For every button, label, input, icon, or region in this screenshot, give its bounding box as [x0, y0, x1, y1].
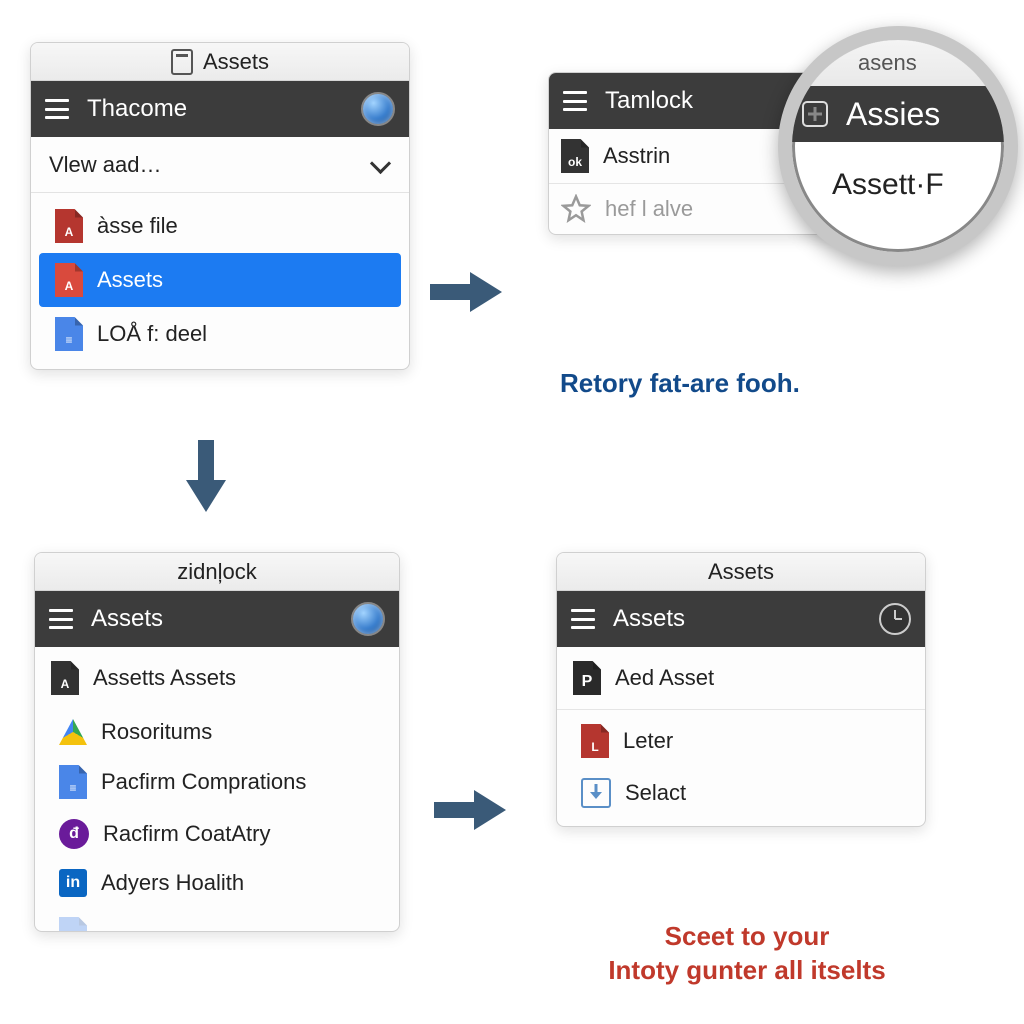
- section-label: Assetts Assets: [93, 665, 236, 691]
- linkedin-icon: in: [59, 869, 87, 897]
- star-icon: [561, 194, 591, 224]
- panel4-section: P Aed Asset: [557, 647, 925, 709]
- circle-icon: đ: [59, 819, 89, 849]
- magnifier-callout: asens Assies Assett·F: [778, 26, 1018, 266]
- file-icon: ≡: [55, 317, 83, 351]
- list-item-label: hef l alve: [605, 196, 693, 222]
- magnifier-top-label: asens: [858, 50, 917, 76]
- panel1-bar-title: Thacome: [87, 95, 343, 123]
- hamburger-icon[interactable]: [45, 99, 69, 119]
- panel1-title: Assets: [203, 49, 269, 75]
- file-icon: A: [51, 661, 79, 695]
- arrow-right-icon: [434, 788, 506, 832]
- caption-retory: Retory fat-are fooh.: [560, 368, 800, 399]
- list-item-leter[interactable]: L Leter: [565, 714, 917, 768]
- hamburger-icon[interactable]: [563, 91, 587, 111]
- panel3-toolbar: Assets: [35, 591, 399, 647]
- file-icon: L: [581, 724, 609, 758]
- panel1-toolbar: Thacome: [31, 81, 409, 137]
- panel-thacome: Assets Thacome Vlew aad… A àsse file A A…: [30, 42, 410, 370]
- magnifier-content: Assett·F: [792, 142, 1004, 202]
- caption-line1: Sceet to your: [582, 920, 912, 954]
- panel4-bar-title: Assets: [613, 605, 861, 633]
- list-item-label: Pacfirm Comprations: [101, 769, 306, 795]
- file-icon: A: [55, 263, 83, 297]
- magnifier-topbar: asens: [792, 40, 1004, 86]
- arrow-right-icon: [430, 270, 502, 314]
- panel3-list: Rosoritums ≡ Pacfirm Comprations đ Racfi…: [35, 709, 399, 932]
- hamburger-icon[interactable]: [571, 609, 595, 629]
- panel3-bar-title: Assets: [91, 605, 333, 633]
- magnifier-darkbar: Assies: [792, 86, 1004, 142]
- clock-icon[interactable]: [879, 603, 911, 635]
- panel4-list: L Leter Selact: [557, 710, 925, 826]
- panel-zidnlock: zidnļock Assets A Assetts Assets Rosorit…: [34, 552, 400, 932]
- panel4-titlebar: Assets: [557, 553, 925, 591]
- panel-assets-final: Assets Assets P Aed Asset L Leter Selact: [556, 552, 926, 827]
- list-item-partial[interactable]: [43, 907, 391, 932]
- file-icon: A: [55, 209, 83, 243]
- file-icon: ≡: [59, 765, 87, 799]
- file-icon: [59, 917, 87, 932]
- dropdown-label: Vlew aad…: [49, 152, 162, 178]
- chevron-down-icon: [369, 154, 391, 176]
- folder-icon: [171, 49, 193, 75]
- caption-sceet: Sceet to your Intoty gunter all itselts: [582, 920, 912, 988]
- magnifier-title: Assies: [846, 96, 940, 133]
- list-item-loa[interactable]: ≡ LOÅ f: deel: [39, 307, 401, 361]
- list-item-label: Selact: [625, 780, 686, 806]
- panel3-section: A Assetts Assets: [35, 647, 399, 709]
- list-item-label: Assets: [97, 267, 163, 293]
- list-item-label: àsse file: [97, 213, 178, 239]
- panel3-titlebar: zidnļock: [35, 553, 399, 591]
- panel3-title: zidnļock: [177, 559, 256, 585]
- view-dropdown[interactable]: Vlew aad…: [31, 137, 409, 193]
- section-label: Aed Asset: [615, 665, 714, 691]
- panel1-titlebar: Assets: [31, 43, 409, 81]
- list-item-label: Racfirm CoatAtry: [103, 821, 270, 847]
- panel4-toolbar: Assets: [557, 591, 925, 647]
- caption-line2: Intoty gunter all itselts: [582, 954, 912, 988]
- list-item-selact[interactable]: Selact: [565, 768, 917, 818]
- globe-icon[interactable]: [361, 92, 395, 126]
- download-icon: [581, 778, 611, 808]
- list-item-pacfirm[interactable]: ≡ Pacfirm Comprations: [43, 755, 391, 809]
- panel1-list: A àsse file A Assets ≡ LOÅ f: deel: [31, 193, 409, 369]
- list-item-assets[interactable]: A Assets: [39, 253, 401, 307]
- file-icon: P: [573, 661, 601, 695]
- drive-icon: [59, 719, 87, 745]
- list-item-label: LOÅ f: deel: [97, 321, 207, 347]
- list-item-racfirm[interactable]: đ Racfirm CoatAtry: [43, 809, 391, 859]
- list-item-label: Leter: [623, 728, 673, 754]
- arrow-down-icon: [184, 440, 228, 512]
- list-item-label: Asstrin: [603, 143, 670, 169]
- list-item-label: Adyers Hoalith: [101, 870, 244, 896]
- list-item-label: Rosoritums: [101, 719, 212, 745]
- plus-icon[interactable]: [802, 101, 828, 127]
- globe-icon[interactable]: [351, 602, 385, 636]
- hamburger-icon[interactable]: [49, 609, 73, 629]
- file-icon: ok: [561, 139, 589, 173]
- list-item-rosoritums[interactable]: Rosoritums: [43, 709, 391, 755]
- panel4-title: Assets: [708, 559, 774, 585]
- list-item-asse-file[interactable]: A àsse file: [39, 199, 401, 253]
- list-item-adyers[interactable]: in Adyers Hoalith: [43, 859, 391, 907]
